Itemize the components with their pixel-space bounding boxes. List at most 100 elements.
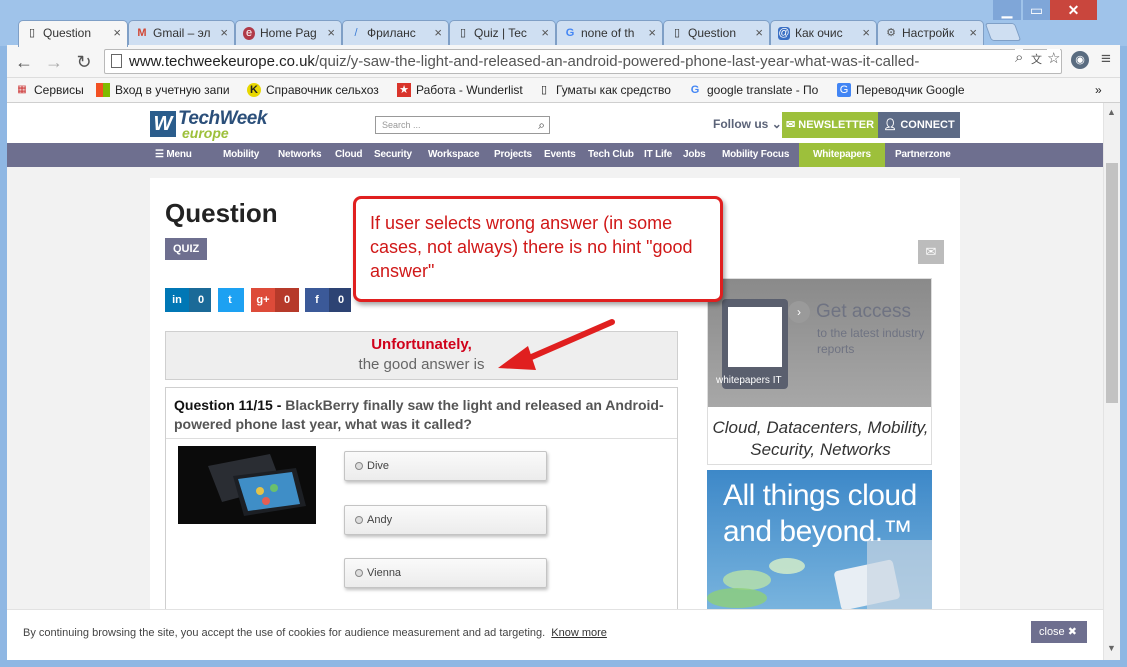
vertical-scrollbar[interactable]: ▲ ▼ xyxy=(1103,103,1120,660)
tab-settings[interactable]: ⚙ Настройк × xyxy=(877,20,984,46)
googleplus-icon: g+ xyxy=(251,288,275,312)
bookmark-translator[interactable]: G Переводчик Google xyxy=(837,82,965,98)
tab-label: Home Pag xyxy=(260,26,317,40)
tab-google-search[interactable]: G none of th × xyxy=(556,20,663,46)
bookmark-google-translate[interactable]: G google translate - По xyxy=(688,82,819,98)
tab-home[interactable]: e Home Pag × xyxy=(235,20,342,46)
option-label: Dive xyxy=(367,460,390,472)
tab-question-active[interactable]: ▯ Question × xyxy=(18,20,128,47)
answer-option-dive[interactable]: Dive xyxy=(344,451,547,481)
nav-security[interactable]: Security xyxy=(374,143,412,167)
translate-icon[interactable]: 文 xyxy=(1031,51,1042,67)
option-label: Vienna xyxy=(367,567,402,579)
answer-option-andy[interactable]: Andy xyxy=(344,505,547,535)
tab-quiz[interactable]: ▯ Quiz | Tec × xyxy=(449,20,556,46)
tab-gmail[interactable]: M Gmail – эл × xyxy=(128,20,235,46)
close-icon[interactable]: × xyxy=(648,25,656,40)
close-icon[interactable]: × xyxy=(327,25,335,40)
bookmark-wunderlist[interactable]: ★ Работа - Wunderlist xyxy=(397,82,523,98)
more-bookmarks-button[interactable]: » xyxy=(1095,82,1102,98)
tab-freelance[interactable]: / Фриланс × xyxy=(342,20,449,46)
site-header: W TechWeek europe Search ... ⌕ Follow us… xyxy=(7,103,1103,143)
user-icon: 👤︎ xyxy=(883,119,901,131)
connect-button[interactable]: 👤︎ CONNECT xyxy=(878,112,960,138)
bookmarks-bar: ▦ Сервисы Вход в учетную запи K Справочн… xyxy=(7,78,1120,103)
ad-title: Get access xyxy=(816,301,912,322)
know-more-link[interactable]: Know more xyxy=(551,627,607,639)
address-bar[interactable]: www.techweekeurope.co.uk/quiz/y-saw-the-… xyxy=(104,49,1062,74)
tab-question-2[interactable]: ▯ Question × xyxy=(663,20,770,46)
nav-mobility[interactable]: Mobility xyxy=(223,143,259,167)
radio-icon xyxy=(355,516,363,524)
scroll-down-icon[interactable]: ▼ xyxy=(1107,643,1116,653)
menu-icon[interactable]: ≡ xyxy=(1101,49,1111,69)
close-icon[interactable]: × xyxy=(755,25,763,40)
star-icon[interactable]: ☆ xyxy=(1047,49,1061,67)
close-icon[interactable]: × xyxy=(113,25,121,40)
nav-jobs[interactable]: Jobs xyxy=(683,143,706,167)
maximize-button[interactable]: ▭ xyxy=(1023,0,1050,20)
email-share-button[interactable]: ✉ xyxy=(918,240,944,264)
nav-projects[interactable]: Projects xyxy=(494,143,532,167)
close-icon[interactable]: × xyxy=(434,25,442,40)
scrollbar-thumb[interactable] xyxy=(1106,163,1118,403)
share-twitter-button[interactable]: t xyxy=(218,288,244,312)
page-icon: ▯ xyxy=(459,27,467,39)
nav-workspace[interactable]: Workspace xyxy=(428,143,480,167)
tab-kak[interactable]: @ Как очис × xyxy=(770,20,877,46)
tab-label: Как очис xyxy=(795,26,843,40)
bookmark-label: Переводчик Google xyxy=(856,83,965,97)
bookmark-services[interactable]: ▦ Сервисы xyxy=(15,82,83,98)
whitepapers-ad[interactable]: PDF whitepapers IT › Get access to the l… xyxy=(707,278,932,465)
ad-categories: Cloud, Datacenters, Mobility, Security, … xyxy=(712,418,929,459)
close-icon[interactable]: × xyxy=(862,25,870,40)
twitter-icon: t xyxy=(228,294,232,306)
category-tag[interactable]: QUIZ xyxy=(165,238,208,260)
close-icon[interactable]: × xyxy=(541,25,549,40)
nav-whitepapers[interactable]: Whitepapers xyxy=(799,143,885,167)
share-googleplus-button[interactable]: g+ 0 xyxy=(251,288,299,312)
newsletter-button[interactable]: ✉ NEWSLETTER xyxy=(782,112,878,138)
nav-partnerzone[interactable]: Partnerzone xyxy=(895,143,951,167)
zoom-icon[interactable]: ⌕ xyxy=(1015,49,1024,66)
nav-cloud[interactable]: Cloud xyxy=(335,143,363,167)
close-icon[interactable]: × xyxy=(969,25,977,40)
nav-it-life[interactable]: IT Life xyxy=(644,143,672,167)
extension-icon[interactable]: ◉ xyxy=(1071,51,1089,69)
nav-tech-club[interactable]: Tech Club xyxy=(588,143,634,167)
close-icon[interactable]: × xyxy=(220,25,228,40)
site-search-input[interactable]: Search ... ⌕ xyxy=(375,116,550,134)
bookmark-humates[interactable]: ▯ Гуматы как средство xyxy=(537,82,671,98)
nav-menu[interactable]: ☰ Menu xyxy=(155,143,192,167)
cookie-text: By continuing browsing the site, you acc… xyxy=(23,627,607,639)
back-button[interactable]: ← xyxy=(13,51,35,73)
share-linkedin-button[interactable]: in 0 xyxy=(165,288,211,312)
minimize-button[interactable]: ▁ xyxy=(993,0,1021,20)
answer-option-vienna[interactable]: Vienna xyxy=(344,558,547,588)
cookie-close-button[interactable]: close ✖ xyxy=(1031,621,1087,643)
nav-mobility-focus[interactable]: Mobility Focus xyxy=(722,143,789,167)
bookmark-reference[interactable]: K Справочник сельхоз xyxy=(247,82,379,98)
wunderlist-icon: ★ xyxy=(397,83,411,97)
reload-button[interactable]: ↻ xyxy=(73,51,95,73)
forward-button[interactable]: → xyxy=(43,51,65,73)
page-icon: ▯ xyxy=(28,27,36,39)
result-answer: the good answer is xyxy=(358,356,485,373)
apps-icon: ▦ xyxy=(17,84,27,95)
site-icon: @ xyxy=(778,27,790,40)
follow-us-dropdown[interactable]: Follow us ⌄ xyxy=(713,117,782,131)
bookmark-windows-login[interactable]: Вход в учетную запи xyxy=(96,82,230,98)
page-icon: ▯ xyxy=(673,27,681,39)
nav-networks[interactable]: Networks xyxy=(278,143,322,167)
share-facebook-button[interactable]: f 0 xyxy=(305,288,351,312)
cloud-ad[interactable]: All things cloud and beyond.™ xyxy=(707,470,932,610)
search-icon[interactable]: ⌕ xyxy=(538,117,545,133)
nav-events[interactable]: Events xyxy=(544,143,576,167)
translate-icon: G xyxy=(837,83,851,97)
new-tab-button[interactable] xyxy=(984,23,1022,41)
window-close-button[interactable]: ✕ xyxy=(1050,0,1097,20)
radio-icon xyxy=(355,462,363,470)
envelope-icon: ✉ xyxy=(925,244,937,259)
chevron-right-icon: › xyxy=(788,301,810,323)
scroll-up-icon[interactable]: ▲ xyxy=(1107,107,1116,117)
